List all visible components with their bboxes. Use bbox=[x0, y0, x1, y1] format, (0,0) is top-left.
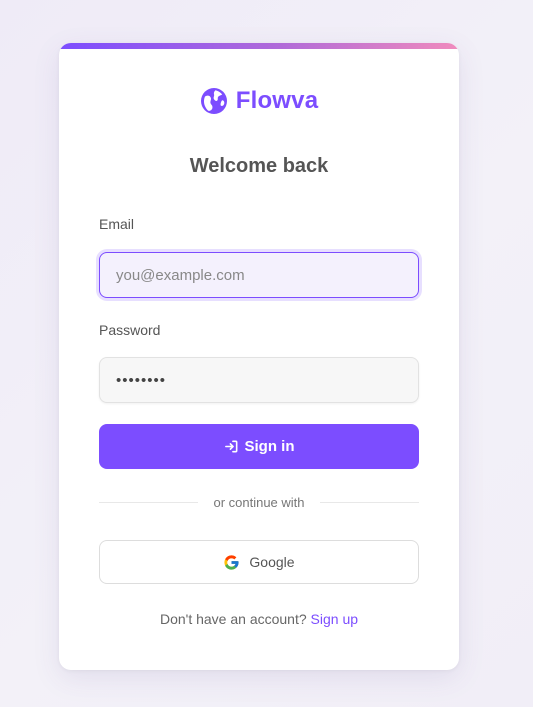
email-label: Email bbox=[99, 216, 135, 232]
brand-logo: Flowva bbox=[59, 87, 459, 115]
password-input[interactable] bbox=[99, 357, 419, 403]
brand-name: Flowva bbox=[235, 87, 319, 114]
signup-prompt-text: Don't have an account? bbox=[159, 611, 307, 627]
google-icon bbox=[223, 554, 240, 571]
divider-text: or continue with bbox=[213, 495, 305, 510]
signup-prompt: Don't have an account? Sign up bbox=[59, 611, 459, 627]
sign-in-icon bbox=[224, 439, 239, 454]
page-title: Welcome back bbox=[189, 155, 329, 177]
email-input[interactable] bbox=[99, 252, 419, 298]
sign-in-label: Sign in bbox=[244, 438, 295, 455]
globe-icon bbox=[200, 87, 228, 115]
login-card: Flowva Welcome back Email Password Sign … bbox=[59, 43, 459, 670]
accent-bar bbox=[59, 43, 459, 49]
google-label: Google bbox=[249, 554, 295, 570]
password-label: Password bbox=[99, 322, 161, 338]
google-sign-in-button[interactable]: Google bbox=[99, 540, 419, 584]
divider-line-left bbox=[99, 502, 199, 503]
divider-line-right bbox=[319, 502, 419, 503]
sign-in-button[interactable]: Sign in bbox=[99, 424, 419, 469]
sign-up-link[interactable]: Sign up bbox=[311, 611, 358, 627]
divider: or continue with bbox=[99, 495, 419, 510]
